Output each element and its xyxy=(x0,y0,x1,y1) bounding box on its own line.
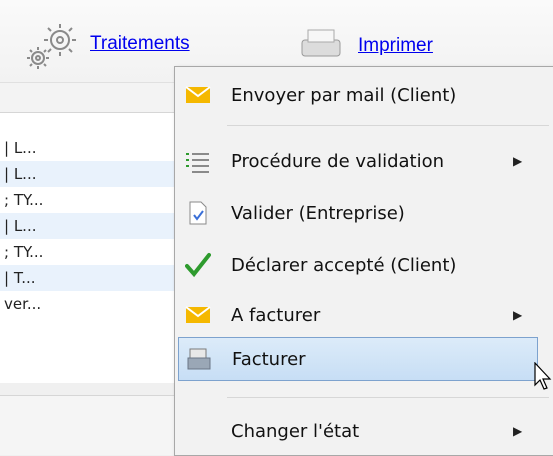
menu-item-procedure-validation[interactable]: Procédure de validation ▶ xyxy=(175,139,553,183)
table-row[interactable]: ver... xyxy=(0,291,180,317)
menu-item-label: Procédure de validation xyxy=(231,150,445,172)
checkmark-icon xyxy=(185,253,211,278)
menu-separator xyxy=(227,397,549,398)
menu-separator xyxy=(227,125,549,126)
submenu-arrow-icon: ▶ xyxy=(513,424,523,438)
table-row[interactable]: | L... xyxy=(0,213,180,239)
printer-icon xyxy=(301,29,341,57)
grid-footer xyxy=(0,395,180,455)
table-cell: | T... xyxy=(4,269,36,287)
table-row[interactable]: | L... xyxy=(0,135,180,161)
data-grid: | L... | L... ; TY... | L... ; TY... | T… xyxy=(0,112,180,383)
table-cell: | L... xyxy=(4,165,37,183)
grid-header xyxy=(0,82,180,113)
table-cell: ; TY... xyxy=(4,243,44,261)
traitements-label[interactable]: Traitements xyxy=(90,33,190,55)
table-row[interactable]: | L... xyxy=(0,161,180,187)
menu-item-envoyer-mail[interactable]: Envoyer par mail (Client) xyxy=(175,73,553,117)
list-icon xyxy=(186,153,209,173)
menu-item-label: Valider (Entreprise) xyxy=(231,202,405,224)
menu-item-a-facturer[interactable]: A facturer ▶ xyxy=(175,293,553,337)
imprimer-button[interactable]: Imprimer xyxy=(296,26,433,66)
submenu-arrow-icon: ▶ xyxy=(513,308,523,322)
menu-item-valider-entreprise[interactable]: Valider (Entreprise) xyxy=(175,191,553,235)
menu-item-label: Facturer xyxy=(232,348,306,370)
menu-item-changer-etat[interactable]: Changer l'état ▶ xyxy=(175,409,553,453)
envelope-icon xyxy=(185,306,211,323)
invoice-icon xyxy=(187,348,211,370)
menu-item-label: Changer l'état xyxy=(231,420,360,442)
table-cell: | L... xyxy=(4,139,37,157)
menu-item-label: Déclarer accepté (Client) xyxy=(231,254,457,276)
table-row[interactable]: | T... xyxy=(0,265,180,291)
document-check-icon xyxy=(189,201,207,225)
gears-icon xyxy=(27,24,76,69)
table-cell: | L... xyxy=(4,217,37,235)
imprimer-label[interactable]: Imprimer xyxy=(358,35,433,57)
envelope-icon xyxy=(185,86,211,103)
menu-item-label: Envoyer par mail (Client) xyxy=(231,84,457,106)
traitements-button[interactable]: Traitements xyxy=(22,20,190,74)
context-menu: Envoyer par mail (Client) Procédure de v… xyxy=(174,66,553,456)
menu-item-label: A facturer xyxy=(231,304,321,326)
menu-item-declarer-accepte[interactable]: Déclarer accepté (Client) xyxy=(175,243,553,287)
mouse-cursor-icon xyxy=(534,362,552,390)
table-cell: ver... xyxy=(4,295,42,313)
table-row[interactable]: ; TY... xyxy=(0,239,180,265)
table-cell: ; TY... xyxy=(4,191,44,209)
menu-item-facturer[interactable]: Facturer xyxy=(178,337,538,381)
table-row[interactable]: ; TY... xyxy=(0,187,180,213)
submenu-arrow-icon: ▶ xyxy=(513,154,523,168)
